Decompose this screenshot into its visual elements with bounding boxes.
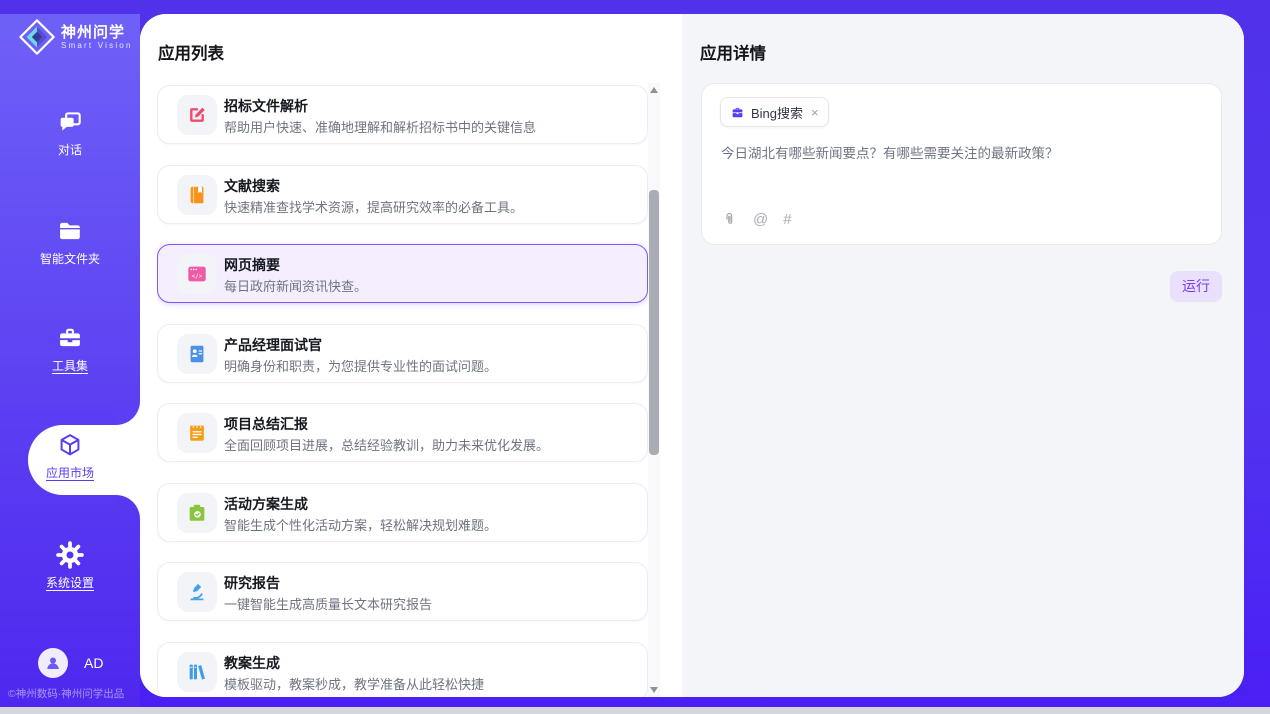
user-initials: AD [84, 655, 103, 671]
briefcase-icon [730, 105, 745, 120]
svg-text:</>: </> [192, 273, 203, 280]
brand-logo: 神州问学 Smart Vision [18, 18, 133, 56]
paperclip-icon[interactable] [721, 211, 738, 228]
input-toolbar: @ # [721, 211, 792, 228]
app-desc: 明确身份和职责，为您提供专业性的面试问题。 [224, 356, 497, 375]
sidebar-item-label: 对话 [0, 141, 140, 158]
at-icon[interactable]: @ [753, 211, 768, 228]
app-desc: 每日政府新闻资讯快查。 [224, 276, 367, 295]
app-root: 神州问学 Smart Vision 对话 智能文件夹 [0, 0, 1270, 714]
sidebar-item-label: 系统设置 [0, 574, 140, 591]
app-name: 文献搜索 [224, 176, 280, 196]
app-detail-title: 应用详情 [700, 40, 766, 64]
cube-icon [56, 431, 84, 459]
app-card-literature-search[interactable]: 文献搜索 快速精准查找学术资源，提高研究效率的必备工具。 [157, 165, 648, 224]
avatar [38, 648, 68, 678]
app-name: 活动方案生成 [224, 494, 308, 514]
app-desc: 模板驱动，教案秒成，教学准备从此轻松快捷 [224, 674, 484, 693]
hash-icon[interactable]: # [783, 211, 791, 228]
app-name: 教案生成 [224, 653, 280, 673]
app-name: 产品经理面试官 [224, 335, 322, 355]
clipboard-check-icon [177, 493, 217, 533]
app-detail-panel: 应用详情 Bing搜索 × 今日湖北有哪些新闻要点？有哪些需要关注的最新政策？ … [682, 14, 1244, 697]
app-card-pm-interviewer[interactable]: 产品经理面试官 明确身份和职责，为您提供专业性的面试问题。 [157, 324, 648, 383]
sidebar-item-settings[interactable]: 系统设置 [0, 541, 140, 591]
app-card-lesson-plan[interactable]: 教案生成 模板驱动，教案秒成，教学准备从此轻松快捷 [157, 642, 648, 698]
resume-icon [177, 334, 217, 374]
copyright-text: ©神州数码·神州问学出品 [8, 686, 138, 701]
app-name: 项目总结汇报 [224, 414, 308, 434]
sidebar-item-app-market[interactable]: 应用市场 [0, 431, 140, 481]
sidebar-item-label: 应用市场 [0, 464, 140, 481]
app-name: 研究报告 [224, 573, 280, 593]
user-account[interactable]: AD [38, 648, 103, 678]
app-list: 招标文件解析 帮助用户快速、准确地理解和解析招标书中的关键信息 文献搜索 快速精… [157, 83, 648, 697]
microscope-icon [177, 572, 217, 612]
sidebar: 神州问学 Smart Vision 对话 智能文件夹 [0, 14, 140, 707]
run-button[interactable]: 运行 [1170, 271, 1222, 302]
app-desc: 一键智能生成高质量长文本研究报告 [224, 594, 432, 613]
folder-icon [56, 217, 84, 245]
chat-icon [56, 108, 84, 136]
brand-name: 神州问学 [61, 24, 133, 41]
sidebar-item-smart-folder[interactable]: 智能文件夹 [0, 217, 140, 267]
brand-tagline: Smart Vision [61, 41, 133, 50]
app-name: 招标文件解析 [224, 96, 308, 116]
sidebar-item-label: 工具集 [0, 357, 140, 374]
app-card-research-report[interactable]: 研究报告 一键智能生成高质量长文本研究报告 [157, 562, 648, 621]
app-desc: 智能生成个性化活动方案，轻松解决规划难题。 [224, 515, 497, 534]
app-list-title: 应用列表 [158, 40, 224, 64]
browser-code-icon: </> [177, 254, 217, 294]
toolbox-icon [56, 324, 84, 352]
books-icon [177, 652, 217, 692]
app-desc: 全面回顾项目进展，总结经验教训，助力未来优化发展。 [224, 435, 549, 454]
app-card-tender-analysis[interactable]: 招标文件解析 帮助用户快速、准确地理解和解析招标书中的关键信息 [157, 85, 648, 144]
app-card-event-plan[interactable]: 活动方案生成 智能生成个性化活动方案，轻松解决规划难题。 [157, 483, 648, 542]
diamond-logo-icon [18, 18, 56, 56]
scrollbar-thumb[interactable] [649, 190, 659, 455]
scroll-down-arrow-icon[interactable] [650, 687, 658, 693]
query-text: 今日湖北有哪些新闻要点？有哪些需要关注的最新政策？ [721, 144, 1201, 163]
app-card-web-summary[interactable]: </> 网页摘要 每日政府新闻资讯快查。 [157, 244, 648, 303]
query-input-card[interactable]: Bing搜索 × 今日湖北有哪些新闻要点？有哪些需要关注的最新政策？ @ # [701, 83, 1222, 245]
list-scrollbar[interactable] [648, 83, 660, 697]
app-card-project-summary[interactable]: 项目总结汇报 全面回顾项目进展，总结经验教训，助力未来优化发展。 [157, 403, 648, 462]
chip-label: Bing搜索 [751, 103, 803, 122]
sidebar-item-toolset[interactable]: 工具集 [0, 324, 140, 374]
book-icon [177, 175, 217, 215]
notepad-icon [177, 413, 217, 453]
scroll-up-arrow-icon[interactable] [650, 87, 658, 93]
app-desc: 帮助用户快速、准确地理解和解析招标书中的关键信息 [224, 117, 536, 136]
chip-close-icon[interactable]: × [811, 105, 819, 120]
content-window: 应用列表 招标文件解析 帮助用户快速、准确地理解和解析招标书中的关键信息 [140, 14, 1244, 697]
app-name: 网页摘要 [224, 255, 280, 275]
gear-icon [56, 541, 84, 569]
sidebar-item-chat[interactable]: 对话 [0, 108, 140, 158]
person-icon [43, 653, 63, 673]
sidebar-item-label: 智能文件夹 [0, 250, 140, 267]
app-list-panel: 应用列表 招标文件解析 帮助用户快速、准确地理解和解析招标书中的关键信息 [140, 14, 682, 697]
document-edit-icon [177, 95, 217, 135]
tool-chip-bing-search[interactable]: Bing搜索 × [720, 97, 829, 127]
app-desc: 快速精准查找学术资源，提高研究效率的必备工具。 [224, 197, 523, 216]
